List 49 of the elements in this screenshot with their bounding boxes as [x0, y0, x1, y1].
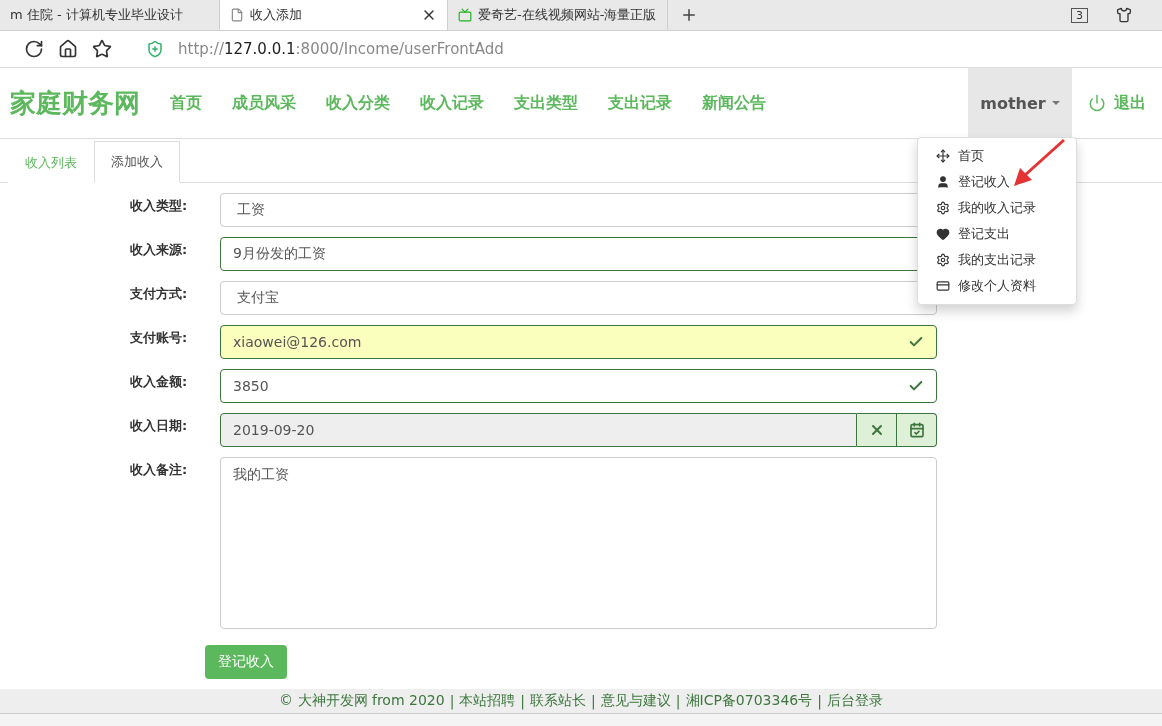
- footer-link[interactable]: 本站招聘: [459, 692, 516, 710]
- field-label: 支付方式:: [130, 285, 189, 303]
- input-field[interactable]: 支付宝: [220, 281, 937, 315]
- browser-tab[interactable]: 收入添加: [220, 0, 448, 30]
- field-label: 收入来源:: [130, 241, 189, 259]
- calendar-icon: [908, 422, 925, 438]
- separator: |: [675, 693, 681, 709]
- separator: |: [449, 693, 455, 709]
- power-icon: [1088, 94, 1106, 112]
- footer-link[interactable]: 湘ICP备0703346号: [685, 692, 813, 710]
- footer-link[interactable]: 联系站长: [530, 692, 587, 710]
- date-field[interactable]: 2019-09-20: [220, 413, 857, 447]
- address-field[interactable]: http://127.0.0.1:8000/Income/userFrontAdd: [178, 40, 504, 58]
- separator: |: [817, 693, 822, 709]
- menu-item[interactable]: 首页: [918, 143, 1076, 169]
- home-icon[interactable]: [58, 39, 78, 59]
- shield-icon: [146, 40, 164, 58]
- footer-link[interactable]: 后台登录: [826, 692, 883, 710]
- tab[interactable]: 添加收入: [94, 141, 180, 183]
- card-icon: [936, 279, 950, 293]
- menu-item[interactable]: 登记收入: [918, 169, 1076, 195]
- page-icon: [230, 8, 244, 22]
- calendar-button[interactable]: [897, 413, 937, 447]
- clear-button[interactable]: [857, 413, 897, 447]
- user-icon: [936, 175, 950, 189]
- move-icon: [936, 149, 950, 163]
- field-label: 收入日期:: [130, 417, 189, 435]
- field-label: 收入金额:: [130, 373, 189, 391]
- heart-icon: [936, 227, 950, 241]
- gear-icon: [936, 201, 950, 215]
- shirt-icon[interactable]: [1116, 7, 1132, 23]
- field-label: 收入备注:: [130, 461, 189, 479]
- tv-icon: [458, 8, 472, 22]
- textarea-field[interactable]: 我的工资: [220, 457, 937, 629]
- field-label: 支付账号:: [130, 329, 189, 347]
- separator: |: [591, 693, 596, 709]
- input-field[interactable]: 3850: [220, 369, 937, 403]
- separator: |: [520, 693, 526, 709]
- footer-link[interactable]: © 大神开发网 from 2020: [279, 692, 445, 710]
- field-label: 收入类型:: [130, 197, 189, 215]
- user-menu-toggle[interactable]: mother: [968, 68, 1072, 138]
- arrow-icon: [1014, 138, 1065, 186]
- star-icon[interactable]: [92, 39, 112, 59]
- new-tab-icon[interactable]: [680, 6, 698, 24]
- gear-icon: [936, 253, 950, 267]
- tab-count[interactable]: 3: [1071, 7, 1088, 23]
- input-field[interactable]: xiaowei@126.com: [220, 325, 937, 359]
- footer-link[interactable]: 意见与建议: [600, 692, 671, 710]
- reload-icon[interactable]: [24, 39, 44, 59]
